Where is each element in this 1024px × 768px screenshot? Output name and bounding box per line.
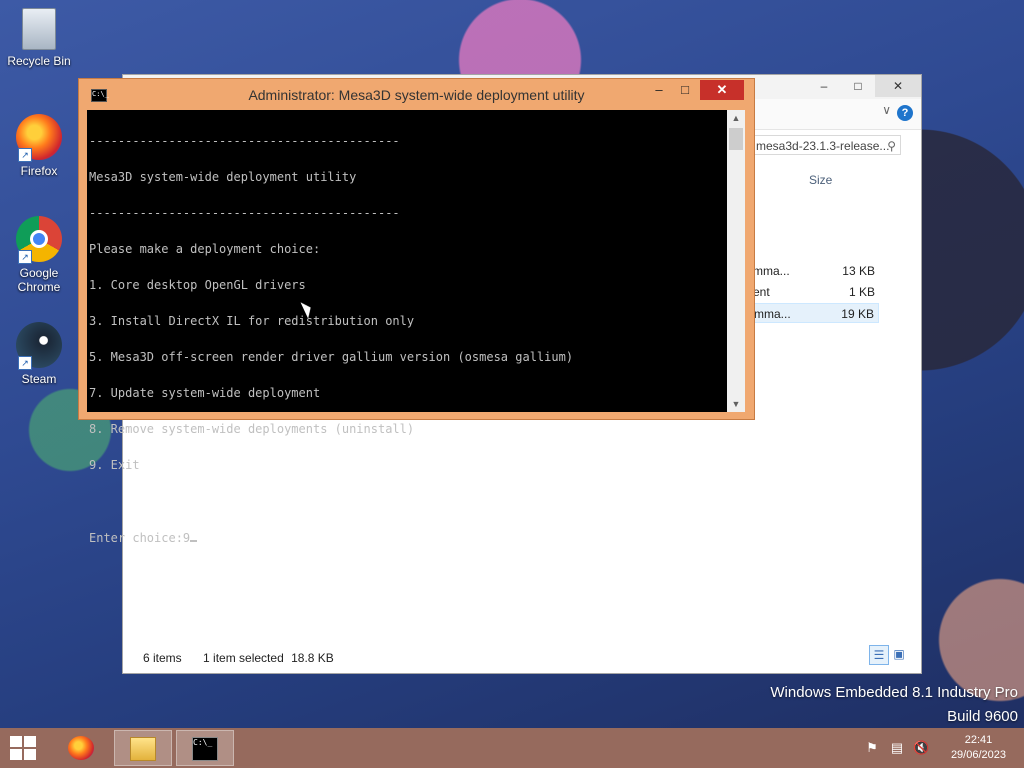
shortcut-arrow-icon: ↗ (18, 250, 32, 264)
steam-icon: ↗ (16, 322, 62, 370)
action-center-flag-icon[interactable]: ⚑ (864, 740, 880, 756)
console-prompt-line[interactable]: Enter choice:9 (89, 531, 727, 545)
taskbar-file-explorer[interactable] (114, 730, 172, 766)
file-name: mma... (753, 264, 790, 278)
console-window[interactable]: C:\_ Administrator: Mesa3D system-wide d… (78, 78, 755, 544)
console-line: 1. Core desktop OpenGL drivers (89, 278, 306, 292)
console-line: 5. Mesa3D off-screen render driver galli… (89, 350, 574, 364)
console-line: Please make a deployment choice: (89, 242, 321, 256)
scroll-up-icon[interactable]: ▲ (727, 110, 745, 126)
command-prompt-icon: C:\_ (192, 737, 218, 761)
windows-logo-icon (24, 749, 36, 760)
search-input[interactable]: mesa3d-23.1.3-release... ⚲ (751, 135, 901, 155)
windows-logo-icon (10, 749, 22, 760)
console-minimize-button[interactable]: – (646, 80, 672, 100)
status-bar: 6 items 1 item selected 18.8 KB (143, 651, 352, 665)
start-button[interactable] (10, 736, 36, 760)
explorer-maximize-button[interactable]: □ (841, 75, 875, 97)
chrome-icon: ↗ (16, 216, 62, 264)
console-prompt: Enter choice:9 (89, 531, 191, 545)
windows-logo-icon (24, 736, 36, 747)
large-icons-view-button[interactable]: ▣ (889, 645, 909, 665)
scrollbar-thumb[interactable] (729, 128, 743, 150)
explorer-close-button[interactable]: ✕ (875, 75, 921, 97)
console-line: Mesa3D system-wide deployment utility (89, 170, 357, 184)
console-line: ----------------------------------------… (89, 134, 400, 148)
windows-logo-icon (10, 736, 22, 747)
desktop-icon-steam[interactable]: ↗ Steam (4, 322, 74, 386)
windows-edition-text: Windows Embedded 8.1 Industry Pro (770, 684, 1018, 701)
file-size: 1 KB (848, 285, 875, 299)
column-header-size[interactable]: Size (809, 173, 832, 187)
console-line: 9. Exit (89, 458, 140, 472)
windows-build-text: Build 9600 (947, 708, 1018, 725)
recycle-bin-icon (22, 8, 56, 50)
desktop-icon-firefox[interactable]: ↗ Firefox (4, 114, 74, 178)
console-maximize-button[interactable]: □ (672, 80, 698, 100)
file-size: 13 KB (842, 264, 875, 278)
folder-icon (130, 737, 156, 761)
clock-date: 29/06/2023 (950, 749, 1006, 761)
console-line: ----------------------------------------… (89, 206, 400, 220)
file-row[interactable]: ent 1 KB (753, 282, 879, 302)
console-titlebar[interactable]: C:\_ Administrator: Mesa3D system-wide d… (79, 79, 754, 109)
desktop-icon-label: Google Chrome (17, 266, 61, 294)
scroll-down-icon[interactable]: ▼ (727, 396, 745, 412)
search-icon: ⚲ (887, 139, 896, 153)
network-icon[interactable]: ▤ (889, 740, 905, 756)
taskbar-firefox[interactable] (52, 730, 110, 766)
clock-time: 22:41 (964, 734, 993, 746)
firefox-icon (68, 736, 94, 760)
explorer-minimize-button[interactable]: – (807, 75, 841, 97)
file-row-selected[interactable]: mma... 19 KB (753, 303, 879, 323)
file-name: ent (753, 285, 770, 299)
clock[interactable]: 22:41 29/06/2023 (951, 733, 1006, 763)
console-output[interactable]: ----------------------------------------… (87, 110, 727, 544)
firefox-icon: ↗ (16, 114, 62, 162)
console-line: 3. Install DirectX IL for redistribution… (89, 314, 415, 328)
status-selected: 1 item selected (203, 651, 284, 665)
shortcut-arrow-icon: ↗ (18, 356, 32, 370)
console-scrollbar[interactable]: ▲ ▼ (727, 110, 745, 412)
desktop-icon-label: Firefox (20, 164, 58, 178)
desktop-icon-label: Steam (21, 372, 57, 386)
chevron-down-icon[interactable]: ∨ (882, 103, 891, 117)
console-line: 7. Update system-wide deployment (89, 386, 321, 400)
status-selected-size: 18.8 KB (291, 651, 334, 665)
taskbar-command-prompt[interactable]: C:\_ (176, 730, 234, 766)
details-view-button[interactable]: ☰ (869, 645, 889, 665)
console-close-button[interactable]: ✕ (700, 80, 744, 100)
help-icon[interactable]: ? (897, 105, 913, 121)
taskbar: C:\_ ⚑ ▤ 🔇 22:41 29/06/2023 (0, 728, 1024, 768)
file-size: 19 KB (841, 307, 874, 321)
desktop-icon-label: Recycle Bin (7, 54, 71, 68)
desktop-icon-chrome[interactable]: ↗ Google Chrome (4, 216, 74, 294)
text-cursor (190, 531, 198, 542)
desktop-icon-recycle-bin[interactable]: Recycle Bin (4, 8, 74, 68)
volume-muted-icon[interactable]: 🔇 (913, 740, 929, 756)
shortcut-arrow-icon: ↗ (18, 148, 32, 162)
console-line: 8. Remove system-wide deployments (unins… (89, 422, 415, 436)
status-item-count: 6 items (143, 651, 182, 665)
file-row[interactable]: mma... 13 KB (753, 261, 879, 281)
search-text: mesa3d-23.1.3-release... (756, 139, 890, 153)
file-name: mma... (754, 307, 791, 321)
